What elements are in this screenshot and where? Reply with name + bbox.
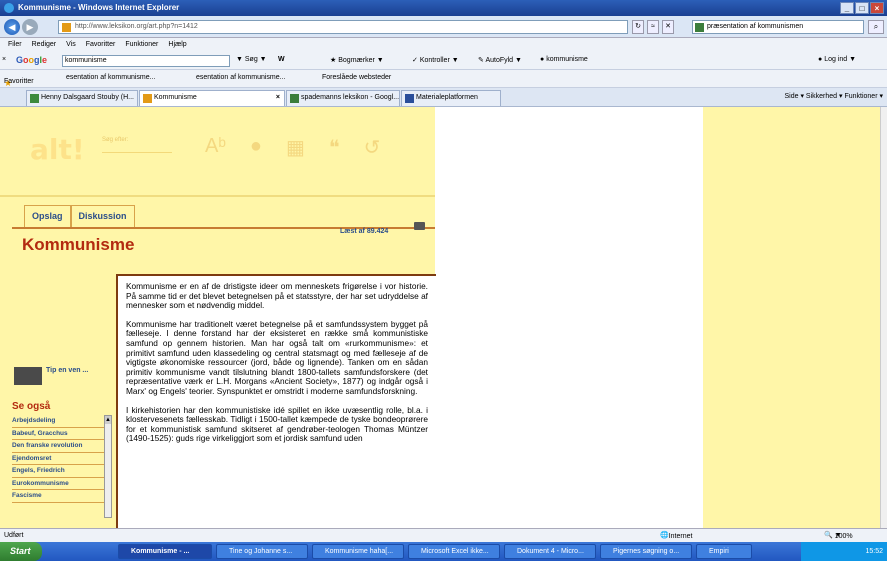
tab-opslag[interactable]: Opslag (24, 205, 71, 227)
article-body: Kommunisme er en af de dristigste ideer … (116, 274, 436, 528)
page-title: Kommunisme (22, 235, 135, 254)
clock[interactable]: 15:52 (865, 548, 883, 555)
close-button[interactable]: × (870, 2, 884, 14)
taskbar-button[interactable]: Empiri (696, 544, 752, 559)
forward-icon[interactable]: ▶ (22, 19, 38, 35)
close-toolbar-icon[interactable]: × (2, 56, 6, 63)
google-logo: Google (16, 55, 48, 65)
article-paragraph: Kommunisme er en af de dristigste ideer … (126, 281, 428, 311)
fav-item-3[interactable]: Foreslåede websteder (322, 74, 391, 81)
window-title: Kommunisme - Windows Internet Explorer (18, 3, 180, 12)
page-scrollbar[interactable] (880, 107, 887, 528)
taskbar-button[interactable]: Kommunisme haha[... (312, 544, 404, 559)
taskbar: Start Kommunisme - ... Tine og Johanne s… (0, 542, 887, 561)
search-provider-icon (695, 23, 704, 32)
right-column (703, 107, 880, 528)
maximize-button[interactable]: □ (855, 2, 869, 14)
see-also-item[interactable]: Arbejdsdeling (12, 415, 104, 428)
article-paragraph: I kirkehistorien har den kommunistiske i… (126, 404, 428, 444)
zoom-control[interactable]: 🔍 100% ▼ (824, 530, 853, 542)
search-icon[interactable]: ⌕ (868, 20, 884, 34)
tab-favicon (30, 94, 39, 103)
menu-help[interactable]: Hjælp (168, 38, 186, 52)
address-bar: ◀ ▶ http://www.leksikon.org/art.php?n=14… (0, 16, 887, 38)
menu-bar: Filer Rediger Vis Favoritter Funktioner … (0, 38, 887, 52)
tab-bar: Henny Dalsgaard Stouby (H... Kommunisme … (0, 88, 887, 107)
see-also-item[interactable]: Engels, Friedrich (12, 465, 104, 478)
google-search-input[interactable]: kommunisme (62, 55, 230, 67)
back-icon[interactable]: ◀ (4, 19, 20, 35)
see-also-scrollbar[interactable]: ▲ (104, 415, 112, 518)
tip-link[interactable]: Tip en ven ... (46, 367, 88, 374)
minimize-button[interactable]: _ (840, 2, 854, 14)
refresh-icon[interactable]: ↻ (632, 20, 644, 34)
see-also-item[interactable]: Eurokommunisme (12, 478, 104, 490)
command-bar[interactable]: Side ▾ Sikkerhed ▾ Funktioner ▾ (785, 92, 883, 100)
read-count: Læst af 89.424 (340, 228, 389, 235)
tab-favicon (143, 94, 152, 103)
see-also-list: Arbejdsdeling Babeuf, Gracchus Den frans… (12, 415, 104, 503)
tab-favicon (405, 94, 414, 103)
page-viewport: alt! Søg efter: Aᵇ ● ▦ ❝ ↺ Opslag Diskus… (0, 107, 880, 528)
taskbar-button[interactable]: Tine og Johanne s... (216, 544, 308, 559)
taskbar-button[interactable]: Dokument 4 - Micro... (504, 544, 596, 559)
tab-henny[interactable]: Henny Dalsgaard Stouby (H... (26, 90, 138, 106)
url-field[interactable]: http://www.leksikon.org/art.php?n=1412 (58, 20, 628, 34)
lightbulb-icon[interactable]: ● (250, 135, 262, 160)
bookmarks-button[interactable]: ★ Bogmærker ▼ (330, 56, 384, 64)
zone-indicator: 🌐 Internet (660, 532, 693, 540)
spellcheck-button[interactable]: ✓ Kontroller ▼ (412, 56, 459, 64)
site-favicon (62, 23, 71, 32)
google-search-button[interactable]: ▼ Søg ▼ (236, 56, 267, 63)
taskbar-button[interactable]: Kommunisme - ... (118, 544, 212, 559)
abc-icon[interactable]: Aᵇ (205, 135, 226, 160)
status-text: Udført (4, 532, 24, 539)
see-also-item[interactable]: Den franske revolution (12, 440, 104, 453)
site-search-input[interactable]: Søg efter: (102, 137, 172, 153)
menu-edit[interactable]: Rediger (32, 38, 57, 52)
google-toolbar: × Google kommunisme ▼ Søg ▼ W ★ Bogmærke… (0, 52, 887, 70)
see-also-item[interactable]: Ejendomsret (12, 453, 104, 465)
header-divider (0, 195, 435, 197)
system-tray: 15:52 (801, 542, 887, 561)
tab-kommunisme[interactable]: Kommunisme × (139, 90, 285, 106)
see-also-item[interactable]: Fascisme (12, 490, 104, 503)
window-titlebar: Kommunisme - Windows Internet Explorer _… (0, 0, 887, 16)
wiki-icon[interactable]: W (278, 56, 285, 63)
tab-materialeplatformen[interactable]: Materialeplatformen (401, 90, 501, 106)
start-button[interactable]: Start (0, 542, 42, 561)
taskbar-button[interactable]: Microsoft Excel ikke... (408, 544, 500, 559)
tab-google[interactable]: spademanns leksikon - Googl... (286, 90, 400, 106)
favorites-bar: ★ Favoritter esentation af kommunisme...… (0, 70, 887, 88)
scroll-up-icon[interactable]: ▲ (105, 416, 111, 424)
autofill-button[interactable]: ✎ AutoFyld ▼ (478, 56, 522, 64)
refresh-arrows-icon[interactable]: ↺ (364, 135, 381, 160)
menu-file[interactable]: Filer (8, 38, 22, 52)
menu-tools[interactable]: Funktioner (125, 38, 158, 52)
login-link[interactable]: ● Log ind ▼ (818, 56, 856, 63)
fav-item-2[interactable]: esentation af kommunisme... (196, 74, 286, 81)
menu-view[interactable]: Vis (66, 38, 76, 52)
see-also-heading: Se også (12, 401, 51, 412)
article-paragraph: Kommunisme har traditionelt været betegn… (126, 318, 428, 396)
menu-favorites[interactable]: Favoritter (86, 38, 116, 52)
grid-icon[interactable]: ▦ (286, 135, 305, 160)
site-logo[interactable]: alt! (30, 133, 85, 166)
rss-icon[interactable]: ≈ (647, 20, 659, 34)
printer-icon[interactable] (414, 222, 425, 230)
tab-favicon (290, 94, 299, 103)
quote-icon[interactable]: ❝ (329, 135, 340, 160)
keyword-highlight[interactable]: ● kommunisme (540, 56, 588, 63)
status-bar: Udført 🌐 Internet 🔍 100% ▼ (0, 528, 887, 542)
ie-icon (4, 3, 14, 13)
fav-item-1[interactable]: esentation af kommunisme... (66, 74, 156, 81)
stop-icon[interactable]: ✕ (662, 20, 674, 34)
tab-diskussion[interactable]: Diskussion (70, 205, 135, 227)
taskbar-button[interactable]: Pigernes søgning o... (600, 544, 692, 559)
close-tab-icon[interactable]: × (276, 91, 280, 105)
see-also-item[interactable]: Babeuf, Gracchus (12, 428, 104, 440)
search-input[interactable]: præsentation af kommunismen (692, 20, 864, 34)
tip-image[interactable] (14, 367, 42, 385)
